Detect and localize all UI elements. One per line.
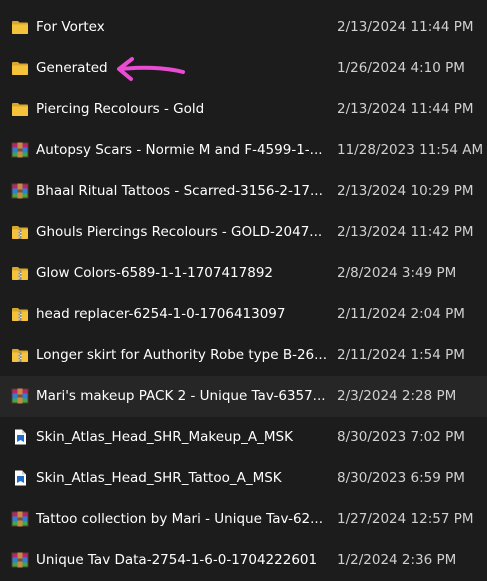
file-row[interactable]: Autopsy Scars - Normie M and F-4599-1-..…	[0, 130, 487, 171]
file-name: Ghouls Piercings Recolours - GOLD-2047..…	[36, 224, 323, 240]
date-modified: 8/30/2023 7:02 PM	[337, 429, 465, 445]
date-modified: 2/3/2024 2:28 PM	[337, 388, 457, 404]
date-modified: 2/13/2024 11:42 PM	[337, 224, 474, 240]
file-name: Piercing Recolours - Gold	[36, 101, 205, 117]
rar-archive-icon	[11, 183, 29, 199]
rar-archive-icon	[11, 552, 29, 568]
file-name: Mari's makeup PACK 2 - Unique Tav-6357..…	[36, 388, 326, 404]
file-row[interactable]: Mari's makeup PACK 2 - Unique Tav-6357..…	[0, 376, 487, 417]
date-modified: 2/8/2024 3:49 PM	[337, 265, 457, 281]
file-row[interactable]: Skin_Atlas_Head_SHR_Makeup_A_MSK 8/30/202…	[0, 417, 487, 458]
folder-icon	[11, 19, 29, 35]
file-row[interactable]: Tattoo collection by Mari - Unique Tav-6…	[0, 499, 487, 540]
file-name: Longer skirt for Authority Robe type B-2…	[36, 347, 328, 363]
rar-archive-icon	[11, 142, 29, 158]
zip-folder-icon	[11, 306, 29, 322]
file-row[interactable]: Longer skirt for Authority Robe type B-2…	[0, 335, 487, 376]
file-name: head replacer-6254-1-0-1706413097	[36, 306, 286, 322]
file-row[interactable]: Skin_Atlas_Head_SHR_Tattoo_A_MSK 8/30/202…	[0, 458, 487, 499]
file-row[interactable]: Piercing Recolours - Gold 2/13/2024 11:44…	[0, 89, 487, 130]
date-modified: 2/11/2024 1:54 PM	[337, 347, 465, 363]
file-name: For Vortex	[36, 19, 105, 35]
date-modified: 2/13/2024 11:44 PM	[337, 19, 474, 35]
date-modified: 11/28/2023 11:54 AM	[337, 142, 484, 158]
document-icon	[11, 429, 29, 445]
document-icon	[11, 470, 29, 486]
folder-icon	[11, 60, 29, 76]
file-name: Bhaal Ritual Tattoos - Scarred-3156-2-17…	[36, 183, 323, 199]
date-modified: 2/11/2024 2:04 PM	[337, 306, 465, 322]
file-row[interactable]: Generated 1/26/2024 4:10 PM	[0, 48, 487, 89]
file-row[interactable]: For Vortex 2/13/2024 11:44 PM	[0, 7, 487, 48]
folder-icon	[11, 101, 29, 117]
file-name: Glow Colors-6589-1-1-1707417892	[36, 265, 273, 281]
rar-archive-icon	[11, 511, 29, 527]
file-name: Autopsy Scars - Normie M and F-4599-1-..…	[36, 142, 323, 158]
date-modified: 8/30/2023 6:59 PM	[337, 470, 465, 486]
file-name: Skin_Atlas_Head_SHR_Tattoo_A_MSK	[36, 470, 282, 486]
date-modified: 2/13/2024 10:29 PM	[337, 183, 474, 199]
file-name: Tattoo collection by Mari - Unique Tav-6…	[36, 511, 324, 527]
zip-folder-icon	[11, 224, 29, 240]
file-row[interactable]: Glow Colors-6589-1-1-1707417892 2/8/2024 …	[0, 253, 487, 294]
file-list: For Vortex 2/13/2024 11:44 PM Generated 1/2…	[0, 7, 487, 581]
rar-archive-icon	[11, 388, 29, 404]
file-row[interactable]: Ghouls Piercings Recolours - GOLD-2047..…	[0, 212, 487, 253]
date-modified: 1/27/2024 12:57 PM	[337, 511, 474, 527]
file-row[interactable]: head replacer-6254-1-0-1706413097 2/11/20…	[0, 294, 487, 335]
date-modified: 1/26/2024 4:10 PM	[337, 60, 465, 76]
file-name: Generated	[36, 60, 108, 76]
file-row[interactable]: Unique Tav Data-2754-1-6-0-1704222601 1/2…	[0, 540, 487, 581]
file-row[interactable]: Bhaal Ritual Tattoos - Scarred-3156-2-17…	[0, 171, 487, 212]
date-modified: 1/2/2024 2:36 PM	[337, 552, 457, 568]
file-name: Skin_Atlas_Head_SHR_Makeup_A_MSK	[36, 429, 293, 445]
file-name: Unique Tav Data-2754-1-6-0-1704222601	[36, 552, 318, 568]
date-modified: 2/13/2024 11:44 PM	[337, 101, 474, 117]
zip-folder-icon	[11, 265, 29, 281]
zip-folder-icon	[11, 347, 29, 363]
